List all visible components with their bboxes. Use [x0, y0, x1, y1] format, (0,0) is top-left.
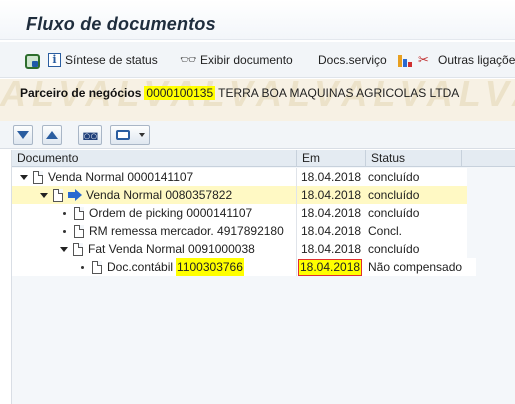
- date-cell: 18.04.2018: [296, 204, 366, 222]
- service-docs-button[interactable]: Docs.serviço: [318, 51, 387, 69]
- tree-node: Venda Normal 0000141107: [20, 168, 193, 186]
- document-cell: Ordem de picking 0000141107: [12, 204, 296, 222]
- date-cell: 18.04.2018: [296, 186, 366, 204]
- page-title: Fluxo de documentos: [26, 14, 216, 34]
- expand-all-button[interactable]: [13, 125, 33, 145]
- accounting-doc-number[interactable]: 1100303766: [176, 258, 244, 276]
- document-origin-icon: [24, 52, 40, 69]
- table-row-selected[interactable]: Venda Normal 0080357822 18.04.2018 concl…: [12, 186, 515, 204]
- collapse-icon: [46, 131, 58, 139]
- document-text[interactable]: Ordem de picking 0000141107: [89, 204, 252, 222]
- document-icon: [53, 188, 63, 202]
- accounting-doc-label[interactable]: Doc.contábil: [107, 258, 173, 276]
- table-row[interactable]: Venda Normal 0000141107 18.04.2018 concl…: [12, 168, 515, 186]
- business-partner-number[interactable]: 0000100135: [144, 86, 216, 100]
- table-row[interactable]: RM remessa mercador. 4917892180 18.04.20…: [12, 222, 515, 240]
- tree-node: Doc.contábil 1100303766: [78, 258, 244, 276]
- document-text[interactable]: RM remessa mercador. 4917892180: [89, 222, 284, 240]
- binoculars-icon: ◙◙: [83, 127, 98, 143]
- collapse-all-button[interactable]: [42, 125, 62, 145]
- display-document-label: Exibir documento: [200, 53, 293, 67]
- document-cell: Doc.contábil 1100303766: [12, 258, 296, 276]
- document-text[interactable]: Venda Normal 0000141107: [48, 168, 193, 186]
- date-cell: 18.04.2018: [296, 240, 366, 258]
- arrow-right-icon: [68, 189, 82, 201]
- column-date[interactable]: Em: [297, 150, 366, 167]
- document-cell: RM remessa mercador. 4917892180: [12, 222, 296, 240]
- expand-node-icon[interactable]: [60, 246, 68, 252]
- chevron-down-icon: [138, 133, 145, 137]
- document-cell: Venda Normal 0000141107: [12, 168, 296, 186]
- find-button[interactable]: ◙◙: [78, 125, 102, 145]
- application-toolbar: i Síntese de status 👓︎ Exibir documento …: [0, 42, 515, 78]
- date-cell: 18.04.2018: [296, 222, 366, 240]
- document-text[interactable]: Fat Venda Normal 0091000038: [88, 240, 255, 258]
- expand-icon: [17, 131, 29, 139]
- document-text[interactable]: Venda Normal 0080357822: [86, 186, 232, 204]
- business-partner-label: Parceiro de negócios: [20, 86, 142, 100]
- document-cell: Fat Venda Normal 0091000038: [12, 240, 296, 258]
- status-cell: concluído: [366, 186, 467, 204]
- service-docs-label: Docs.serviço: [318, 53, 387, 67]
- info-icon: i: [48, 53, 61, 67]
- status-cell: Concl.: [366, 222, 467, 240]
- status-cell: Não compensado: [366, 258, 476, 276]
- bar-chart-icon: [398, 53, 414, 67]
- expand-node-icon[interactable]: [20, 174, 28, 180]
- table-row[interactable]: Fat Venda Normal 0091000038 18.04.2018 c…: [12, 240, 515, 258]
- glasses-icon: 👓︎: [180, 52, 197, 67]
- expand-node-icon[interactable]: [40, 192, 48, 198]
- grid-rows: Venda Normal 0000141107 18.04.2018 concl…: [12, 168, 515, 276]
- date-cell-highlighted: 18.04.2018: [298, 259, 363, 276]
- status-overview-button[interactable]: i Síntese de status: [48, 51, 158, 69]
- leaf-bullet-icon: [63, 211, 66, 215]
- status-overview-label: Síntese de status: [65, 53, 158, 67]
- status-cell: concluído: [366, 168, 467, 186]
- tree-node: Fat Venda Normal 0091000038: [60, 240, 255, 258]
- status-cell: concluído: [366, 204, 467, 222]
- other-links-label: Outras ligações: [438, 53, 515, 67]
- business-partner-line: Parceiro de negócios 0000100135 TERRA BO…: [20, 86, 459, 100]
- business-partner-name: TERRA BOA MAQUINAS AGRICOLAS LTDA: [218, 86, 460, 100]
- document-icon: [92, 260, 102, 274]
- tree-node: Venda Normal 0080357822: [40, 186, 232, 204]
- tree-node: RM remessa mercador. 4917892180: [60, 222, 284, 240]
- back-to-origin-button[interactable]: [24, 51, 44, 69]
- document-icon: [74, 224, 84, 238]
- date-cell: 18.04.2018: [296, 168, 366, 186]
- tree-toolbar: ◙◙: [0, 121, 515, 149]
- links-icon: ✂: [418, 52, 429, 67]
- document-icon: [73, 242, 83, 256]
- document-flow-tree: Documento Em Status Venda Normal 0000141…: [11, 150, 515, 404]
- other-links-button[interactable]: ✂ Outras ligações: [398, 51, 515, 69]
- document-icon: [74, 206, 84, 220]
- status-cell: concluído: [366, 240, 467, 258]
- document-cell: Venda Normal 0080357822: [12, 186, 296, 204]
- leaf-bullet-icon: [63, 229, 66, 233]
- date-cell-wrapper: 18.04.2018: [296, 258, 366, 276]
- table-row[interactable]: Ordem de picking 0000141107 18.04.2018 c…: [12, 204, 515, 222]
- printer-icon: [115, 130, 130, 140]
- column-status[interactable]: Status: [366, 150, 462, 167]
- display-document-button[interactable]: 👓︎ Exibir documento: [180, 51, 293, 69]
- leaf-bullet-icon: [81, 265, 84, 269]
- column-document[interactable]: Documento: [12, 150, 297, 167]
- tree-node: Ordem de picking 0000141107: [60, 204, 252, 222]
- document-icon: [33, 170, 43, 184]
- title-bar: Fluxo de documentos: [0, 0, 515, 40]
- print-button[interactable]: [110, 125, 150, 145]
- grid-header: Documento Em Status: [12, 150, 515, 167]
- table-row[interactable]: Doc.contábil 1100303766 18.04.2018 Não c…: [12, 258, 515, 276]
